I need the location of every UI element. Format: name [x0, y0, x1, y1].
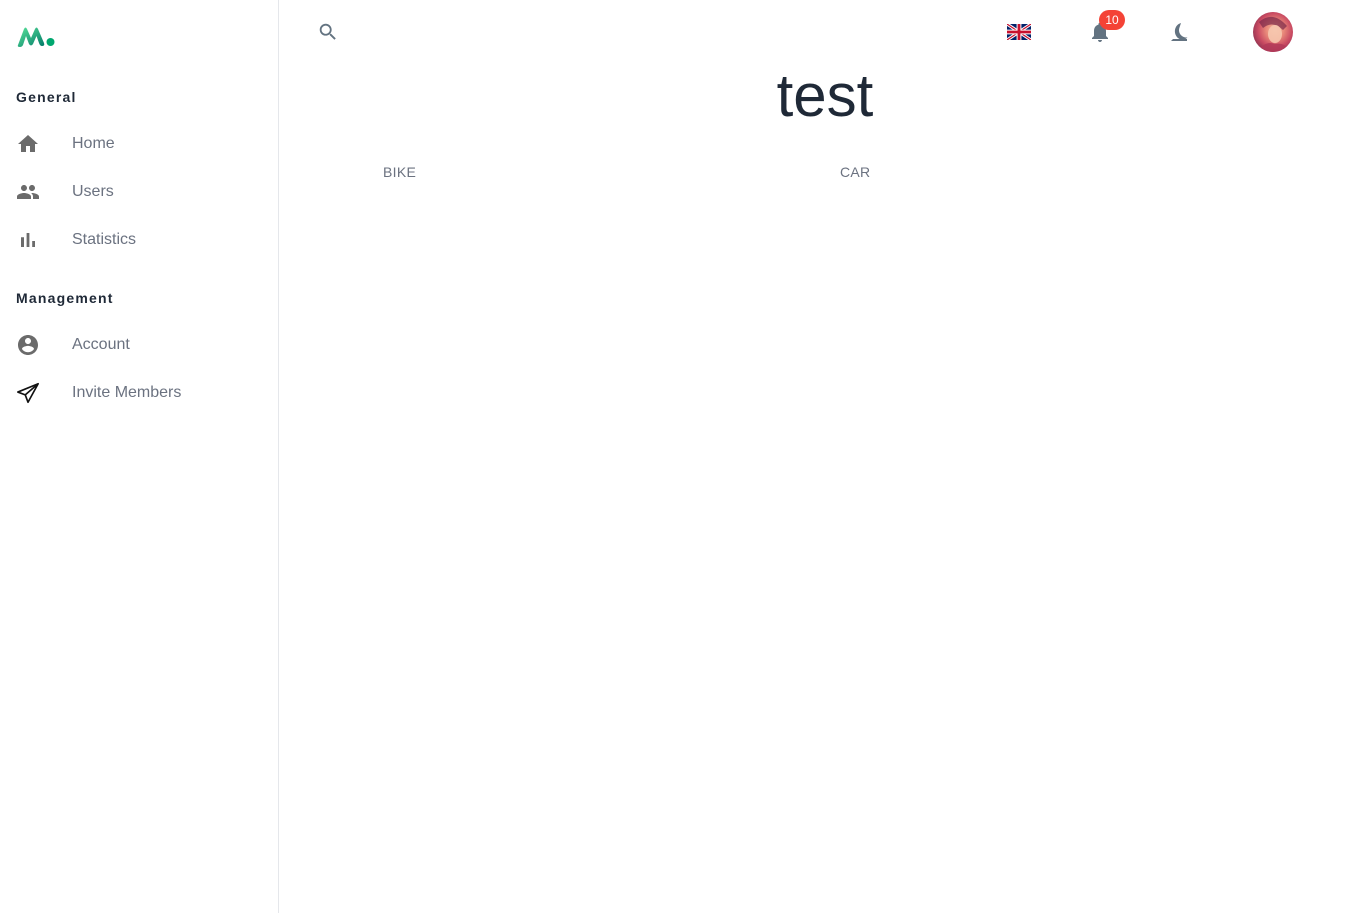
users-icon [16, 180, 40, 204]
app-root: General Home Users Statistics Management [0, 0, 1366, 913]
notification-count-badge: 10 [1099, 10, 1125, 30]
section-title-general: General [16, 89, 77, 105]
sidebar: General Home Users Statistics Management [0, 0, 279, 913]
account-circle-icon [16, 333, 40, 357]
sidebar-item-invite-members[interactable]: Invite Members [0, 369, 278, 417]
search-icon[interactable] [310, 14, 346, 50]
moon-icon[interactable] [1161, 14, 1197, 50]
sidebar-item-label: Users [72, 183, 114, 200]
uk-flag-icon[interactable] [1001, 14, 1037, 50]
tab-car[interactable]: CAR [840, 160, 870, 184]
sidebar-item-label: Invite Members [72, 384, 182, 401]
sidebar-item-statistics[interactable]: Statistics [0, 216, 278, 264]
home-icon [16, 132, 40, 156]
send-icon [16, 381, 40, 405]
sidebar-item-account[interactable]: Account [0, 321, 278, 369]
bar-chart-icon [16, 228, 40, 252]
section-title-management: Management [16, 290, 114, 306]
sidebar-item-label: Statistics [72, 231, 137, 248]
page-title: test [776, 62, 874, 129]
sidebar-item-home[interactable]: Home [0, 120, 278, 168]
sidebar-item-label: Account [72, 336, 130, 353]
user-avatar[interactable] [1253, 12, 1293, 52]
m-logo-icon[interactable] [16, 24, 56, 48]
top-header: 10 [280, 0, 1366, 64]
tab-bike[interactable]: BIKE [383, 160, 416, 184]
sidebar-item-users[interactable]: Users [0, 168, 278, 216]
sidebar-item-label: Home [72, 135, 115, 152]
